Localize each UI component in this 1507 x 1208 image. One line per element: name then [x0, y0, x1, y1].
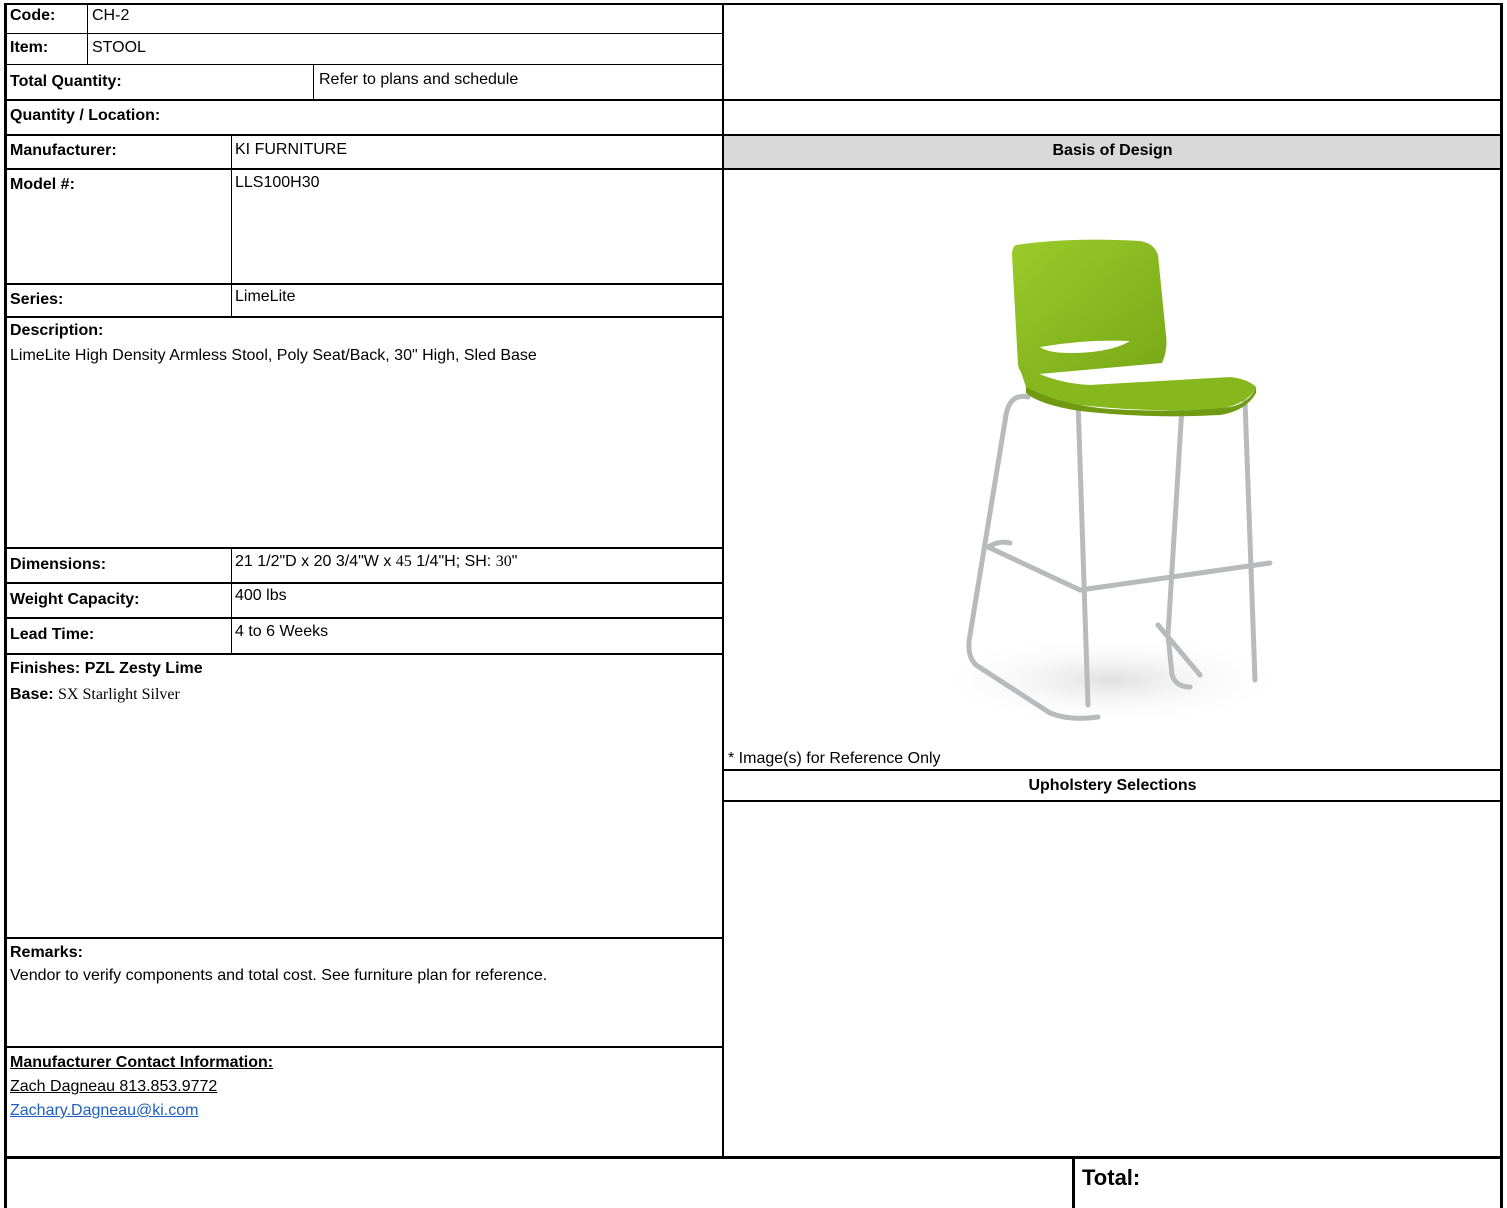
contact-name-phone: Zach Dagneau 813.853.9772 [10, 1078, 218, 1095]
description-value: LimeLite High Density Armless Stool, Pol… [10, 347, 537, 364]
contact-email-link[interactable]: Zachary.Dagneau@ki.com [10, 1102, 198, 1120]
dimensions-value-part: 30 [495, 553, 512, 570]
weight-capacity-value: 400 lbs [235, 587, 287, 604]
remarks-value: Vendor to verify components and total co… [10, 967, 548, 984]
dimensions-label: Dimensions: [10, 556, 107, 573]
manufacturer-value: KI FURNITURE [235, 141, 347, 158]
lead-time-value: 4 to 6 Weeks [235, 623, 329, 640]
dimensions-value-part: 1/4"H; SH: [411, 553, 496, 570]
item-value: STOOL [92, 39, 146, 56]
finishes-value: PZL Zesty Lime [84, 660, 203, 677]
lead-time-label: Lead Time: [10, 626, 95, 643]
upholstery-header: Upholstery Selections [1028, 777, 1197, 794]
base-label: Base: [10, 686, 54, 703]
finishes-label: Finishes: [10, 660, 81, 677]
weight-capacity-label: Weight Capacity: [10, 591, 140, 608]
base-line: Base: SX Starlight Silver [10, 686, 180, 704]
dimensions-value-part: " [511, 553, 518, 570]
manufacturer-label: Manufacturer: [10, 142, 117, 159]
dimensions-value-part: 21 1/2"D x 20 3/4"W x [235, 553, 396, 570]
dimensions-value-part: 45 [395, 553, 412, 570]
code-value: CH-2 [92, 7, 130, 24]
dimensions-value: 21 1/2"D x 20 3/4"W x 45 1/4"H; SH: 30" [235, 553, 517, 571]
model-value: LLS100H30 [235, 174, 320, 191]
contact-label: Manufacturer Contact Information: [10, 1054, 274, 1071]
total-quantity-value: Refer to plans and schedule [319, 71, 519, 88]
basis-of-design-header: Basis of Design [1052, 142, 1173, 159]
stool-image [930, 239, 1290, 725]
finishes-line: Finishes: PZL Zesty Lime [10, 660, 203, 678]
series-label: Series: [10, 291, 64, 308]
quantity-location-label: Quantity / Location: [10, 107, 161, 124]
item-label: Item: [10, 39, 49, 56]
base-value: SX Starlight Silver [58, 686, 180, 703]
model-label: Model #: [10, 176, 75, 193]
remarks-label: Remarks: [10, 944, 83, 961]
description-label: Description: [10, 322, 104, 339]
image-note: * Image(s) for Reference Only [728, 750, 941, 767]
code-label: Code: [10, 7, 56, 24]
series-value: LimeLite [235, 288, 296, 305]
total-quantity-label: Total Quantity: [10, 73, 122, 90]
total-label: Total: [1082, 1165, 1141, 1190]
